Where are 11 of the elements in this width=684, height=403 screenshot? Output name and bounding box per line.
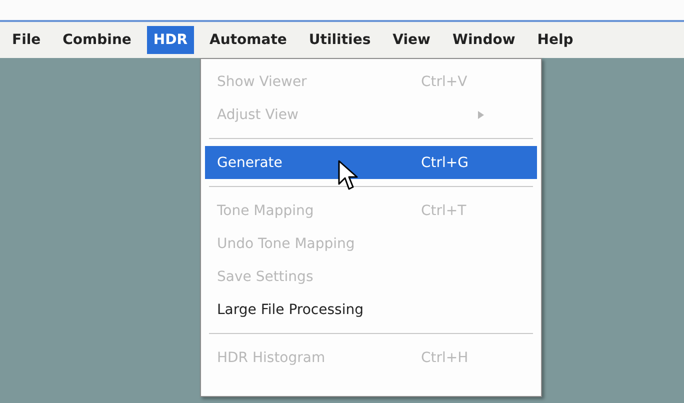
menu-bar-item[interactable]: Utilities xyxy=(302,26,377,54)
menu-item[interactable]: Generate Ctrl+G xyxy=(205,146,537,179)
menu-bar-item[interactable]: HDR xyxy=(147,26,194,54)
menu-bar-item[interactable]: Automate xyxy=(204,26,293,54)
menu-bar-item[interactable]: File xyxy=(6,26,47,54)
menu-bar-item[interactable]: Window xyxy=(446,26,522,54)
menu-bar-item[interactable]: Combine xyxy=(56,26,138,54)
menu-bar-item[interactable]: View xyxy=(386,26,436,54)
menu-bar-item[interactable]: Help xyxy=(531,26,580,54)
mouse-pointer-icon xyxy=(338,160,360,192)
menu-item[interactable]: Large File Processing xyxy=(205,293,537,326)
